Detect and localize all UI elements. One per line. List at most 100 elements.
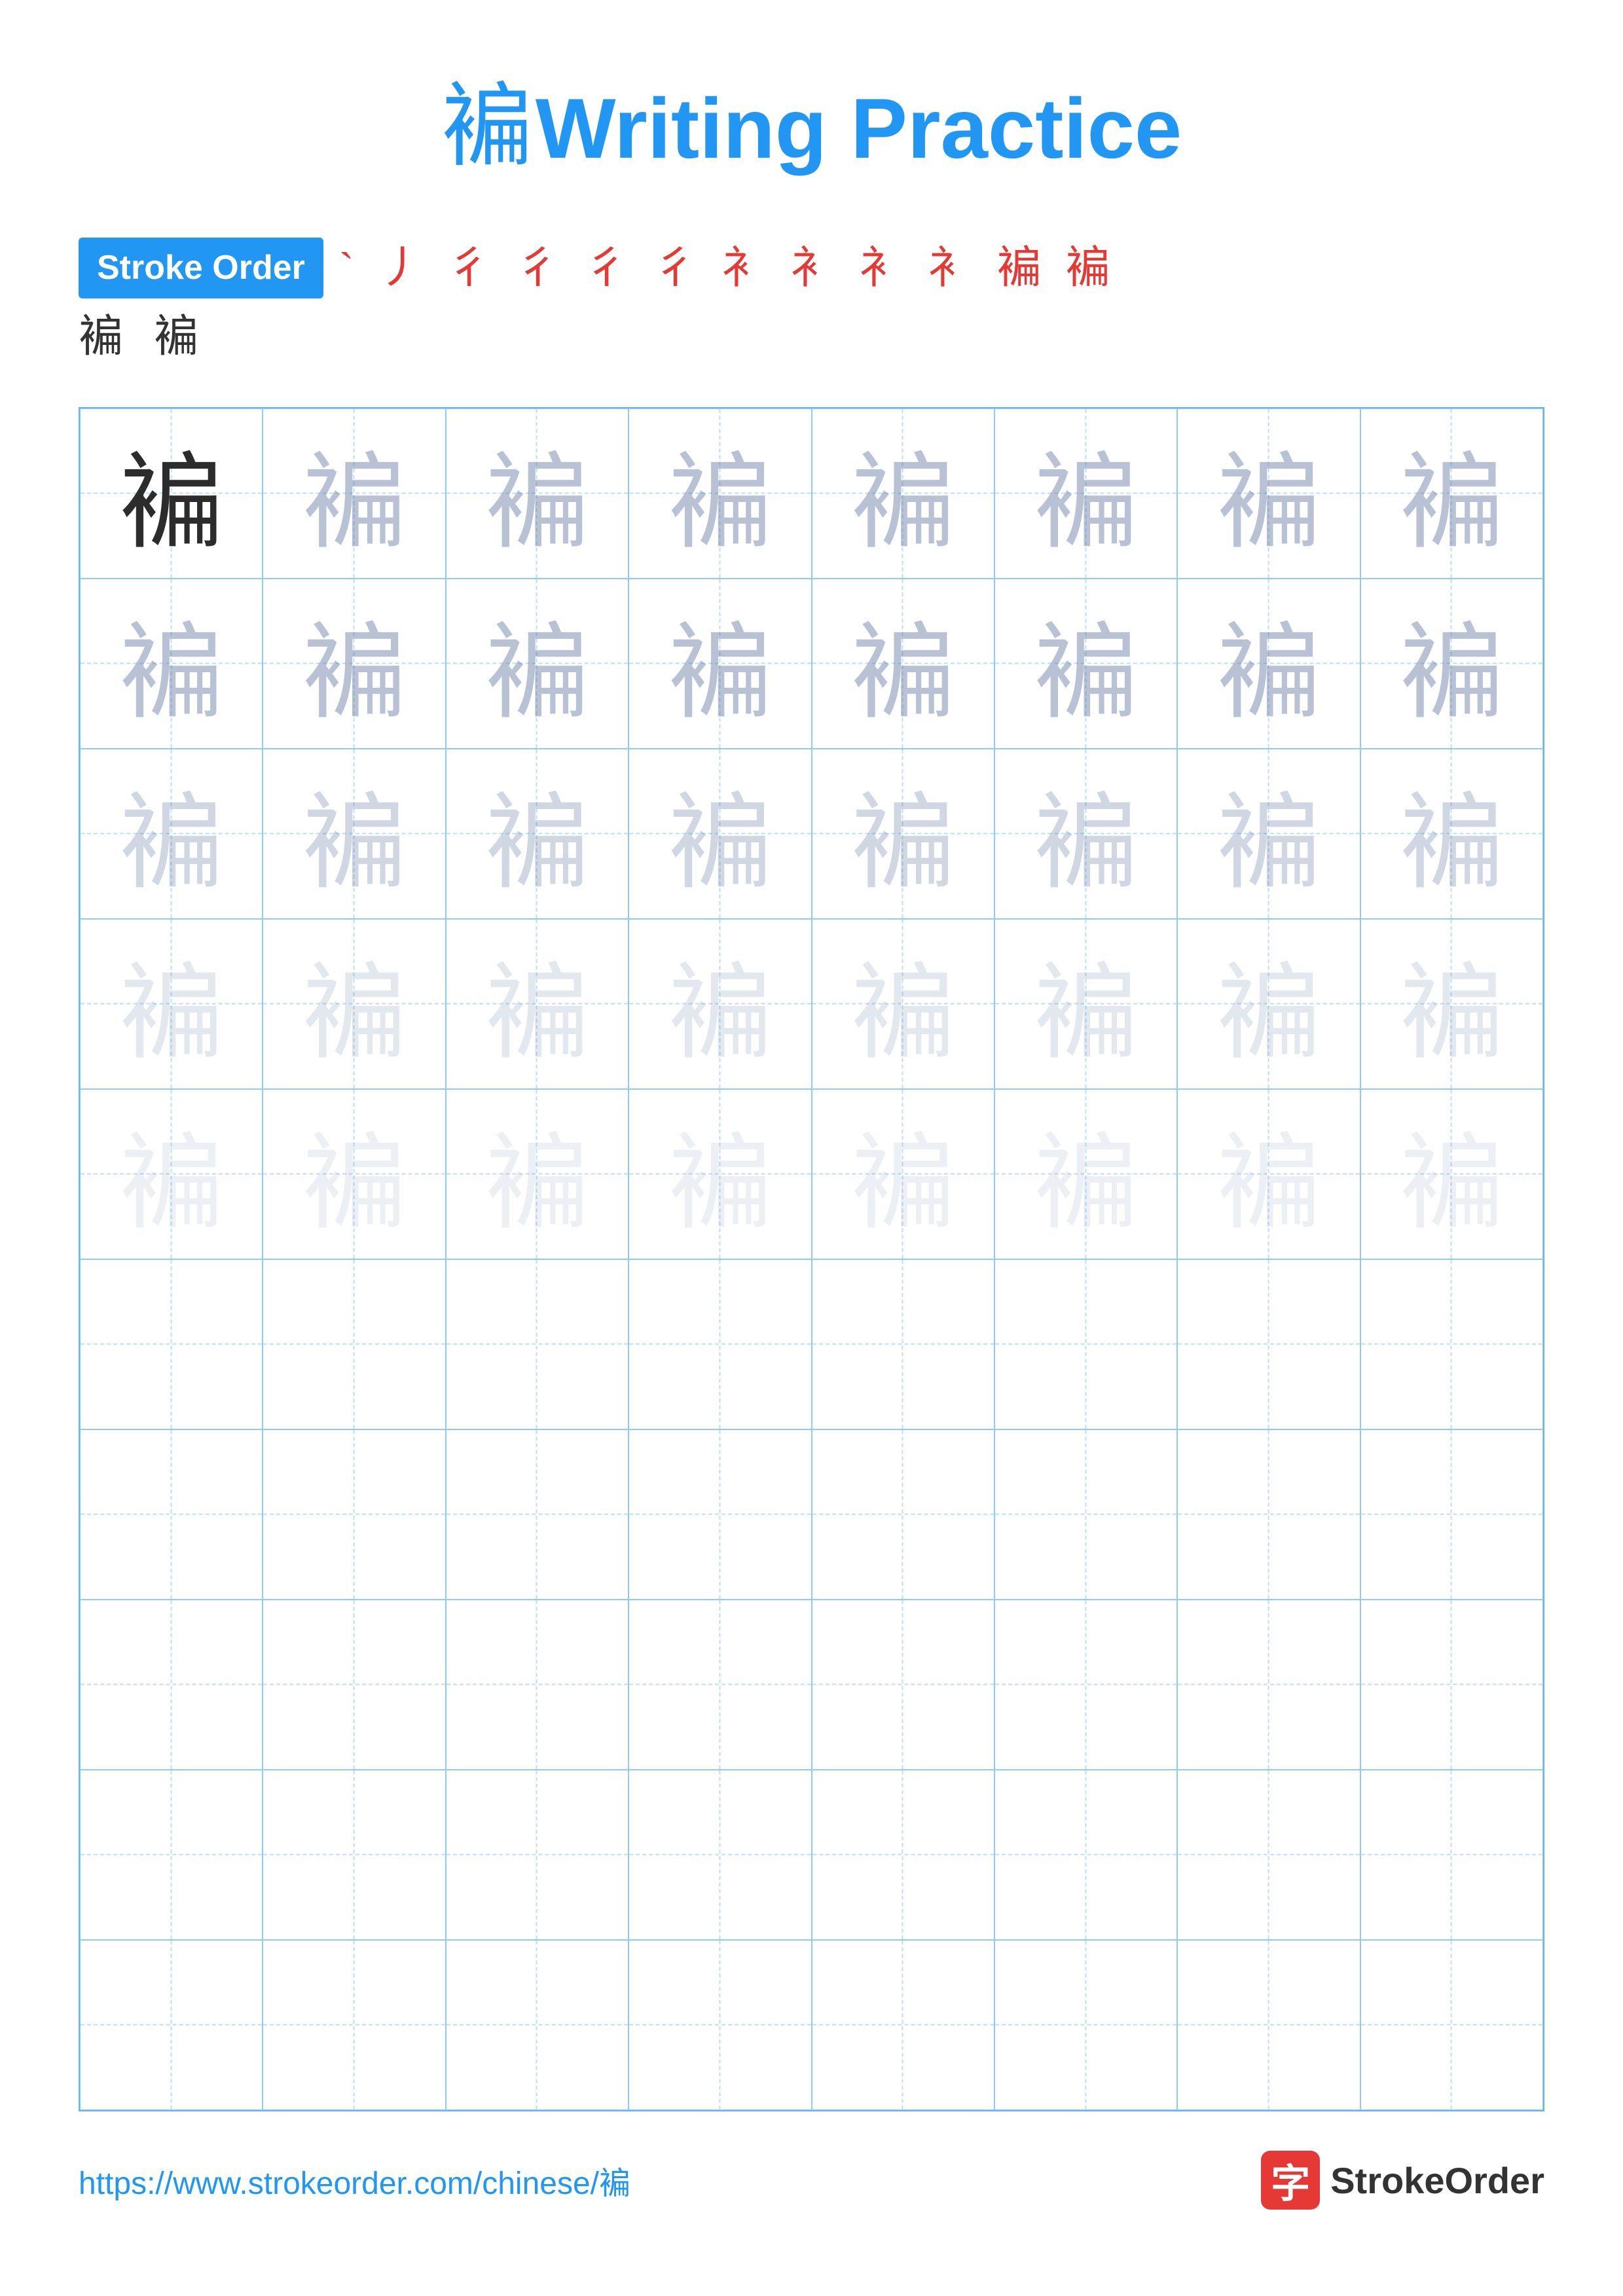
practice-char: 褊 [850, 418, 955, 569]
grid-cell[interactable] [1360, 1770, 1543, 1940]
grid-cell[interactable] [629, 1259, 811, 1429]
grid-cell[interactable] [1177, 1429, 1360, 1600]
grid-cell[interactable]: 褊 [994, 919, 1177, 1089]
grid-cell[interactable]: 褊 [812, 408, 994, 579]
grid-cell[interactable] [812, 1429, 994, 1600]
grid-cell[interactable] [629, 1600, 811, 1770]
grid-cell[interactable]: 褊 [1177, 1089, 1360, 1259]
grid-cell[interactable] [263, 1259, 445, 1429]
practice-char: 褊 [850, 758, 955, 910]
practice-char: 褊 [302, 758, 407, 910]
grid-cell[interactable] [80, 1429, 263, 1600]
grid-cell[interactable]: 褊 [1177, 749, 1360, 919]
logo-icon: 字 [1261, 2151, 1320, 2210]
grid-cell[interactable]: 褊 [1360, 408, 1543, 579]
grid-cell[interactable]: 褊 [812, 579, 994, 749]
grid-cell[interactable] [812, 1259, 994, 1429]
footer-url[interactable]: https://www.strokeorder.com/chinese/褊 [79, 2157, 630, 2203]
grid-cell[interactable]: 褊 [1177, 579, 1360, 749]
grid-cell[interactable]: 褊 [629, 919, 811, 1089]
grid-cell[interactable] [1177, 1940, 1360, 2110]
grid-cell[interactable]: 褊 [1360, 579, 1543, 749]
page: 褊 Writing Practice Stroke Order ` 丿 彳 彳 … [0, 0, 1623, 2296]
practice-char: 褊 [1034, 1098, 1139, 1250]
grid-cell[interactable] [1177, 1770, 1360, 1940]
grid-cell[interactable] [1177, 1600, 1360, 1770]
grid-cell[interactable]: 褊 [263, 1089, 445, 1259]
grid-cell[interactable]: 褊 [80, 1089, 263, 1259]
grid-cell[interactable] [446, 1600, 629, 1770]
grid-cell[interactable]: 褊 [994, 749, 1177, 919]
grid-cell[interactable]: 褊 [263, 919, 445, 1089]
grid-cell[interactable]: 褊 [994, 579, 1177, 749]
practice-char: 褊 [850, 928, 955, 1080]
grid-cell[interactable]: 褊 [629, 408, 811, 579]
practice-char: 褊 [1034, 928, 1139, 1080]
grid-cell[interactable]: 褊 [263, 408, 445, 579]
practice-char: 褊 [668, 588, 773, 740]
grid-cell[interactable]: 褊 [80, 408, 263, 579]
grid-cell[interactable] [994, 1600, 1177, 1770]
grid-cell[interactable] [1360, 1259, 1543, 1429]
grid-cell[interactable]: 褊 [1360, 749, 1543, 919]
practice-char: 褊 [119, 928, 224, 1080]
grid-cell[interactable] [1360, 1429, 1543, 1600]
grid-cell[interactable]: 褊 [263, 749, 445, 919]
grid-cell[interactable] [263, 1600, 445, 1770]
grid-cell[interactable] [994, 1429, 1177, 1600]
grid-cell[interactable] [80, 1259, 263, 1429]
practice-char: 褊 [1216, 1098, 1321, 1250]
grid-cell[interactable]: 褊 [994, 408, 1177, 579]
grid-cell[interactable]: 褊 [263, 579, 445, 749]
grid-cell[interactable]: 褊 [446, 579, 629, 749]
grid-cell[interactable]: 褊 [1177, 408, 1360, 579]
grid-cell[interactable]: 褊 [812, 749, 994, 919]
grid-cell[interactable] [80, 1770, 263, 1940]
practice-char: 褊 [484, 758, 589, 910]
grid-cell[interactable]: 褊 [80, 749, 263, 919]
grid-cell[interactable] [80, 1940, 263, 2110]
practice-char: 褊 [1216, 928, 1321, 1080]
grid-cell[interactable] [629, 1429, 811, 1600]
grid-cell[interactable] [812, 1770, 994, 1940]
grid-cell[interactable]: 褊 [446, 919, 629, 1089]
grid-cell[interactable]: 褊 [629, 749, 811, 919]
title-character: 褊 [441, 77, 533, 178]
grid-cell[interactable]: 褊 [1360, 919, 1543, 1089]
practice-char: 褊 [1399, 758, 1504, 910]
grid-cell[interactable] [629, 1940, 811, 2110]
grid-cell[interactable]: 褊 [812, 919, 994, 1089]
grid-cell[interactable] [80, 1600, 263, 1770]
grid-cell[interactable]: 褊 [629, 579, 811, 749]
logo-text: StrokeOrder [1330, 2159, 1544, 2202]
grid-cell[interactable] [263, 1770, 445, 1940]
grid-cell[interactable]: 褊 [1177, 919, 1360, 1089]
grid-cell[interactable] [994, 1770, 1177, 1940]
grid-cell[interactable]: 褊 [812, 1089, 994, 1259]
grid-cell[interactable]: 褊 [80, 579, 263, 749]
footer: https://www.strokeorder.com/chinese/褊 字 … [79, 2151, 1544, 2210]
grid-cell[interactable] [263, 1429, 445, 1600]
grid-cell[interactable]: 褊 [446, 749, 629, 919]
grid-cell[interactable] [446, 1429, 629, 1600]
grid-cell[interactable] [994, 1940, 1177, 2110]
grid-cell[interactable] [446, 1940, 629, 2110]
grid-cell[interactable]: 褊 [446, 1089, 629, 1259]
grid-cell[interactable] [629, 1770, 811, 1940]
grid-cell[interactable] [1360, 1600, 1543, 1770]
practice-char: 褊 [668, 928, 773, 1080]
grid-cell[interactable] [263, 1940, 445, 2110]
grid-cell[interactable] [812, 1940, 994, 2110]
grid-cell[interactable]: 褊 [1360, 1089, 1543, 1259]
grid-cell[interactable] [446, 1770, 629, 1940]
grid-cell[interactable]: 褊 [80, 919, 263, 1089]
stroke-order-section: Stroke Order ` 丿 彳 彳 彳 彳 衤 衤 衤 衤 褊 褊 褊 褊 [79, 237, 1544, 368]
grid-cell[interactable] [812, 1600, 994, 1770]
grid-cell[interactable] [994, 1259, 1177, 1429]
grid-cell[interactable] [446, 1259, 629, 1429]
grid-cell[interactable]: 褊 [446, 408, 629, 579]
grid-cell[interactable] [1177, 1259, 1360, 1429]
grid-cell[interactable]: 褊 [994, 1089, 1177, 1259]
grid-cell[interactable]: 褊 [629, 1089, 811, 1259]
grid-cell[interactable] [1360, 1940, 1543, 2110]
